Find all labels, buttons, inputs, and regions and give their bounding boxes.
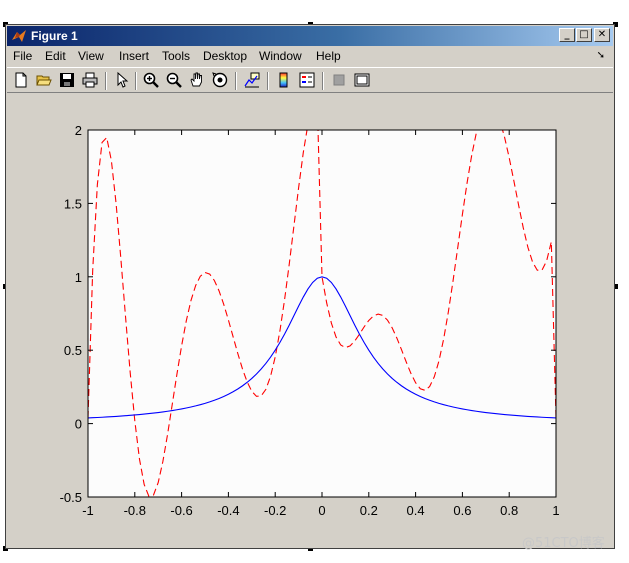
x-tick-label: 0.8 <box>500 503 518 518</box>
x-tick-label: 0.2 <box>360 503 378 518</box>
x-tick-label: 0.6 <box>453 503 471 518</box>
x-tick-label: -0.8 <box>124 503 146 518</box>
x-tick-label: 1 <box>552 503 559 518</box>
x-tick-label: -0.4 <box>217 503 239 518</box>
y-tick-label: 0 <box>75 417 82 432</box>
x-tick-label: -0.2 <box>264 503 286 518</box>
x-tick-label: 0.4 <box>407 503 425 518</box>
x-tick-label: -1 <box>82 503 94 518</box>
x-tick-label: 0 <box>318 503 325 518</box>
y-tick-label: 1 <box>75 270 82 285</box>
x-tick-label: -0.6 <box>170 503 192 518</box>
y-tick-label: 2 <box>75 123 82 138</box>
axes: -1 -0.8 -0.6 -0.4 -0.2 0 0.2 0.4 0.6 0.8 1 -0.5 0 0.5… <box>60 123 560 518</box>
screenshot: Figure 1 _ □ ✕ File Edit View Insert Too… <box>0 0 629 563</box>
y-tick-label: -0.5 <box>60 490 82 505</box>
y-tick-label: 0.5 <box>64 343 82 358</box>
plot-canvas[interactable]: -1 -0.8 -0.6 -0.4 -0.2 0 0.2 0.4 0.6 0.8 1 -0.5 0 0.5… <box>0 0 629 563</box>
plot-background <box>88 130 556 497</box>
y-tick-label: 1.5 <box>64 196 82 211</box>
watermark-text: @51CTO博客 <box>522 536 605 551</box>
